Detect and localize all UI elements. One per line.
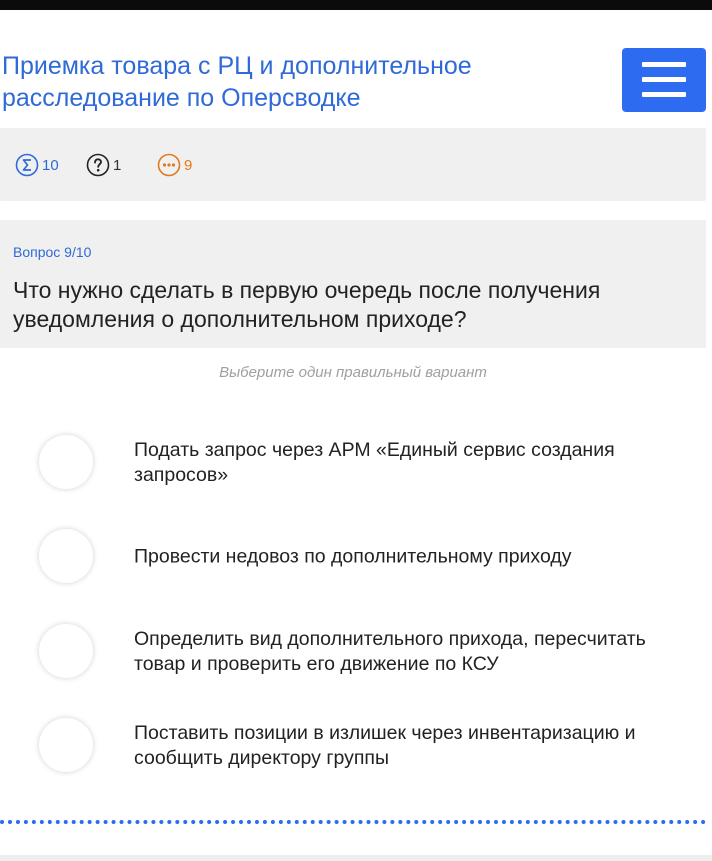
question-text: Что нужно сделать в первую очередь после… [13, 277, 601, 332]
course-title: Приемка товара с РЦ и дополнительное рас… [2, 52, 472, 112]
question-number: Вопрос 9/10 [13, 244, 92, 260]
answer-option-1[interactable]: Подать запрос через АРМ «Единый сервис с… [0, 423, 706, 503]
answer-option-label: Подать запрос через АРМ «Единый сервис с… [134, 439, 615, 486]
bottom-strip [0, 855, 712, 861]
radio-button[interactable] [39, 435, 93, 489]
stat-unanswered-value: 1 [113, 156, 122, 174]
answer-option-2[interactable]: Провести недовоз по дополнительному прих… [0, 517, 706, 597]
answer-option-label: Определить вид дополнительного прихода, … [134, 628, 646, 675]
ellipsis-icon [157, 153, 181, 177]
stat-remaining: 9 [157, 153, 192, 177]
radio-button[interactable] [39, 624, 93, 678]
dotted-divider [0, 820, 706, 824]
answer-option-3[interactable]: Определить вид дополнительного прихода, … [0, 612, 706, 692]
stat-unanswered: 1 [86, 153, 121, 177]
radio-button[interactable] [39, 718, 93, 772]
answer-option-label: Поставить позиции в излишек через инвент… [134, 722, 636, 769]
radio-button[interactable] [39, 529, 93, 583]
stat-total-value: 10 [42, 156, 59, 174]
hamburger-menu-icon [642, 62, 686, 98]
question-mark-icon [86, 153, 110, 177]
stats-panel: 10 1 9 [0, 128, 706, 201]
answer-option-4[interactable]: Поставить позиции в излишек через инвент… [0, 706, 706, 786]
question-panel: Вопрос 9/10 Что нужно сделать в первую о… [0, 220, 706, 348]
answer-instruction: Выберите один правильный вариант [219, 364, 487, 381]
status-bar [0, 0, 712, 10]
stat-total: 10 [15, 153, 59, 177]
header: Приемка товара с РЦ и дополнительное рас… [0, 10, 712, 128]
stat-remaining-value: 9 [184, 156, 193, 174]
menu-button[interactable] [622, 48, 706, 112]
sigma-icon [15, 153, 39, 177]
answer-option-label: Провести недовоз по дополнительному прих… [134, 545, 572, 568]
